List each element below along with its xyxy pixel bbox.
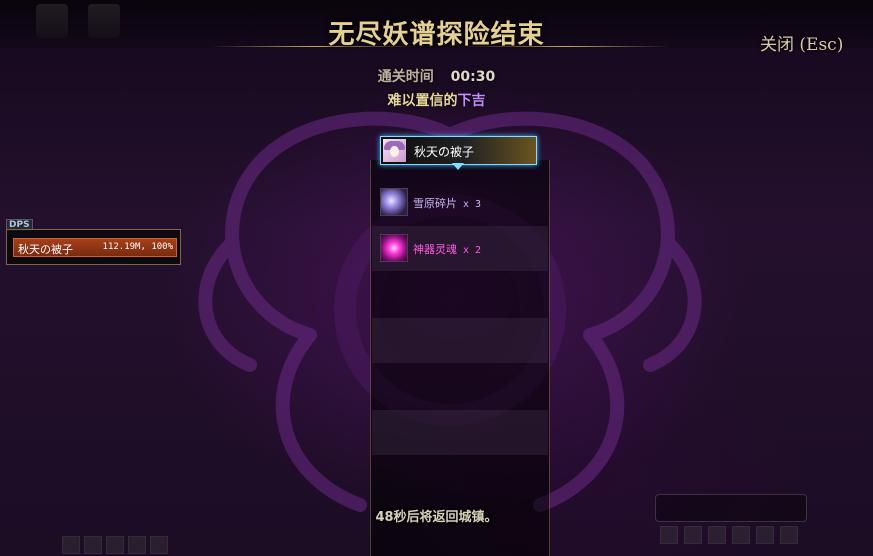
- skill-bar: [62, 536, 262, 556]
- result-rating: 难以置信的下吉: [0, 90, 873, 110]
- clear-time: 通关时间 00:30: [0, 66, 873, 86]
- reward-item[interactable]: 雪原碎片 x 3: [380, 188, 545, 216]
- reward-row: [372, 272, 548, 317]
- close-button[interactable]: 关闭 (Esc): [760, 30, 843, 55]
- dps-meter[interactable]: 秋天の被子 112.19M, 100%: [6, 229, 181, 265]
- reward-row: [372, 364, 548, 409]
- result-grade: 下吉: [457, 93, 486, 109]
- reward-row: [372, 410, 548, 455]
- reward-item-label: 神器灵魂 x 2: [413, 243, 482, 256]
- reward-item[interactable]: 神器灵魂 x 2: [380, 234, 545, 262]
- clear-time-label: 通关时间: [377, 69, 434, 85]
- reward-panel: [370, 160, 550, 556]
- dps-value: 112.19M, 100%: [102, 242, 173, 252]
- soul-icon: [380, 234, 408, 262]
- shard-icon: [380, 188, 408, 216]
- reward-item-label: 雪原碎片 x 3: [413, 197, 482, 210]
- reward-row: [372, 318, 548, 363]
- dps-bar: 秋天の被子 112.19M, 100%: [13, 238, 177, 257]
- dps-player-name: 秋天の被子: [18, 243, 73, 256]
- clear-time-value: 00:30: [450, 69, 496, 85]
- reward-player-name: 秋天の被子: [414, 145, 475, 159]
- menu-bar: [660, 526, 810, 546]
- page-title: 无尽妖谱探险结束: [328, 20, 545, 50]
- avatar: [383, 139, 406, 162]
- return-countdown: 48秒后将返回城镇。: [375, 510, 498, 525]
- caret-down-icon: [452, 163, 464, 170]
- reward-player-tag: 秋天の被子: [380, 136, 537, 165]
- result-prefix: 难以置信的: [387, 93, 458, 109]
